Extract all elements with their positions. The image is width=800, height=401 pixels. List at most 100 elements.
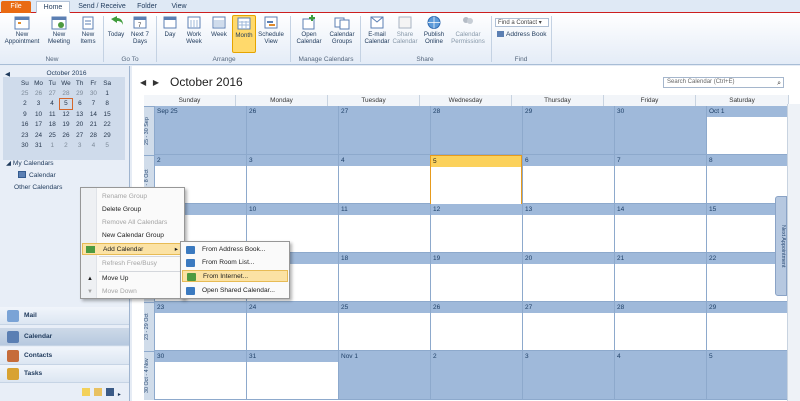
- day-cell[interactable]: 26: [430, 302, 522, 351]
- menu-rename-group[interactable]: Rename Group: [82, 191, 183, 203]
- day-cell[interactable]: 13: [522, 204, 614, 253]
- day-cell[interactable]: 21: [614, 253, 706, 302]
- day-cell[interactable]: 2: [430, 351, 522, 400]
- day-body[interactable]: [247, 117, 338, 154]
- day-body[interactable]: [339, 117, 430, 154]
- new-items-button[interactable]: New Items: [76, 15, 100, 45]
- mini-date[interactable]: 7: [87, 99, 101, 109]
- mini-date[interactable]: 6: [73, 99, 87, 109]
- day-body[interactable]: [523, 313, 614, 350]
- day-body[interactable]: [431, 215, 522, 252]
- share-calendar-button[interactable]: Share Calendar: [392, 15, 418, 45]
- day-body[interactable]: [431, 264, 522, 301]
- mini-date[interactable]: 21: [87, 120, 101, 130]
- week-view-button[interactable]: Week: [208, 15, 230, 38]
- day-cell[interactable]: 31: [246, 351, 338, 400]
- day-cell[interactable]: 27: [338, 106, 430, 155]
- mini-date[interactable]: 5: [100, 140, 114, 150]
- find-contact-box[interactable]: Find a Contact ▾: [495, 18, 549, 27]
- tab-home[interactable]: Home: [36, 1, 70, 13]
- day-view-button[interactable]: Day: [160, 15, 180, 38]
- menu-move-down[interactable]: ▼ Move Down: [82, 286, 183, 298]
- day-body[interactable]: [523, 166, 614, 203]
- day-body[interactable]: [707, 117, 799, 154]
- mini-date[interactable]: 4: [45, 99, 59, 109]
- mini-date[interactable]: 28: [87, 130, 101, 140]
- day-body[interactable]: [339, 166, 430, 203]
- day-body[interactable]: [615, 362, 706, 399]
- day-cell[interactable]: 27: [522, 302, 614, 351]
- mini-date[interactable]: 11: [45, 109, 59, 119]
- mini-date[interactable]: 19: [59, 120, 73, 130]
- day-cell[interactable]: 19: [430, 253, 522, 302]
- day-body[interactable]: [615, 166, 706, 203]
- mini-date[interactable]: 17: [32, 120, 46, 130]
- mini-date[interactable]: 29: [73, 88, 87, 98]
- week-range-label[interactable]: 30 Oct - 4 Nov: [144, 351, 154, 400]
- mini-date[interactable]: 1: [45, 140, 59, 150]
- day-cell-today[interactable]: 5: [430, 155, 522, 204]
- day-body[interactable]: [247, 362, 338, 399]
- work-week-button[interactable]: Work Week: [182, 15, 206, 45]
- mini-date[interactable]: 26: [59, 130, 73, 140]
- shortcuts-icon[interactable]: [105, 388, 114, 396]
- day-body[interactable]: [339, 264, 430, 301]
- tab-file[interactable]: File: [1, 1, 31, 13]
- month-view-button[interactable]: Month: [232, 15, 256, 53]
- day-cell[interactable]: 30: [614, 106, 706, 155]
- previous-month-icon[interactable]: ◀: [140, 78, 146, 87]
- mini-date[interactable]: 25: [45, 130, 59, 140]
- day-cell[interactable]: Sep 25: [154, 106, 246, 155]
- mini-date[interactable]: 8: [100, 99, 114, 109]
- mini-date[interactable]: 15: [100, 109, 114, 119]
- week-range-label[interactable]: 23 - 29 Oct: [144, 302, 154, 351]
- mini-date[interactable]: 1: [100, 88, 114, 98]
- mini-date[interactable]: 27: [45, 88, 59, 98]
- day-cell[interactable]: 18: [338, 253, 430, 302]
- next-7-days-button[interactable]: 7 Next 7 Days: [128, 15, 152, 45]
- day-body[interactable]: [615, 313, 706, 350]
- day-cell[interactable]: 24: [246, 302, 338, 351]
- submenu-from-internet[interactable]: From Internet...: [182, 270, 288, 282]
- day-cell[interactable]: 3: [246, 155, 338, 204]
- day-cell[interactable]: 29: [706, 302, 799, 351]
- day-body[interactable]: [247, 313, 338, 350]
- day-cell[interactable]: 4: [614, 351, 706, 400]
- day-cell[interactable]: Nov 1: [338, 351, 430, 400]
- mini-date[interactable]: 2: [59, 140, 73, 150]
- day-body[interactable]: [707, 313, 799, 350]
- menu-new-calendar-group[interactable]: New Calendar Group: [82, 230, 183, 242]
- day-body[interactable]: [247, 166, 338, 203]
- menu-refresh-free-busy[interactable]: Refresh Free/Busy: [82, 258, 183, 270]
- nav-calendar-button[interactable]: Calendar: [0, 328, 129, 346]
- day-cell[interactable]: 30: [154, 351, 246, 400]
- nav-contacts-button[interactable]: Contacts: [0, 347, 129, 365]
- email-calendar-button[interactable]: E-mail Calendar: [364, 15, 390, 45]
- publish-online-button[interactable]: Publish Online: [420, 15, 448, 45]
- next-month-icon[interactable]: ▶: [153, 78, 159, 87]
- day-body[interactable]: [339, 313, 430, 350]
- tab-send-receive[interactable]: Send / Receive: [74, 1, 130, 13]
- mini-date[interactable]: 4: [87, 140, 101, 150]
- day-cell[interactable]: 20: [522, 253, 614, 302]
- search-calendar-input[interactable]: Search Calendar (Ctrl+E) ⌕: [663, 77, 784, 88]
- submenu-from-room-list[interactable]: From Room List...: [182, 257, 288, 269]
- calendar-permissions-button[interactable]: Calendar Permissions: [450, 15, 486, 45]
- day-body[interactable]: [523, 215, 614, 252]
- address-book-button[interactable]: Address Book: [497, 31, 546, 38]
- mini-date[interactable]: 18: [45, 120, 59, 130]
- calendar-groups-button[interactable]: Calendar Groups: [327, 15, 357, 45]
- folder-list-icon[interactable]: [93, 388, 102, 396]
- new-appointment-button[interactable]: New Appointment: [4, 15, 40, 45]
- new-meeting-button[interactable]: New Meeting: [44, 15, 74, 45]
- day-body[interactable]: [523, 362, 614, 399]
- vertical-scrollbar[interactable]: [787, 104, 800, 401]
- day-body[interactable]: [615, 117, 706, 154]
- mini-date[interactable]: 16: [18, 120, 32, 130]
- mini-date[interactable]: 2: [18, 99, 32, 109]
- schedule-view-button[interactable]: Schedule View: [258, 15, 284, 45]
- mini-date[interactable]: 22: [100, 120, 114, 130]
- mini-date[interactable]: 14: [87, 109, 101, 119]
- mini-date[interactable]: 24: [32, 130, 46, 140]
- mini-date[interactable]: 10: [32, 109, 46, 119]
